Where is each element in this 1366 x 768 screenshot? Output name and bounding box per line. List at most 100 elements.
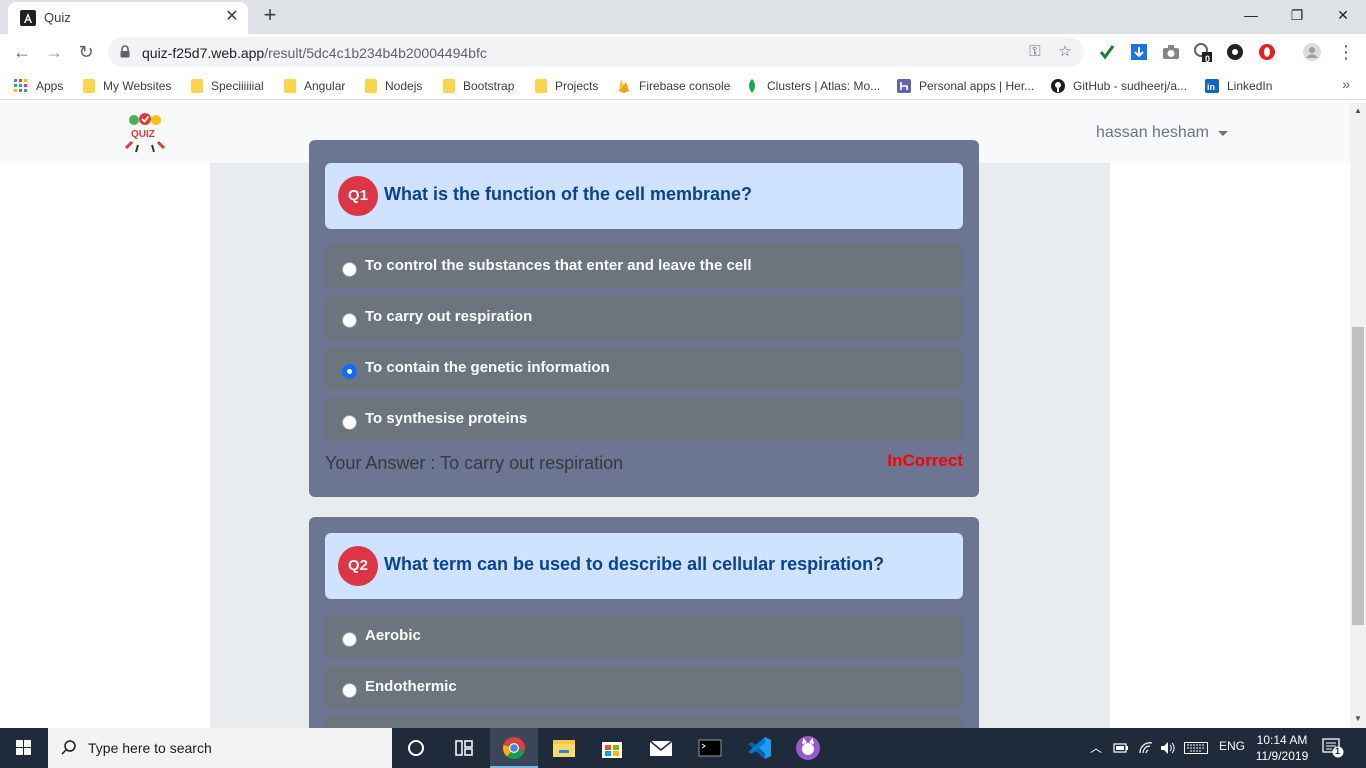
option-2[interactable]: Endothermic bbox=[325, 666, 963, 709]
bookmark-label: Personal apps | Her... bbox=[919, 79, 1035, 93]
battery-icon[interactable] bbox=[1113, 741, 1129, 755]
bookmark-speciiiiiial[interactable]: Speciiiiiial bbox=[191, 77, 264, 95]
search-placeholder: Type here to search bbox=[88, 740, 212, 756]
option-label: To contain the genetic information bbox=[365, 359, 610, 376]
start-button[interactable] bbox=[0, 728, 48, 768]
svg-text:in: in bbox=[1207, 82, 1215, 92]
scroll-down-icon[interactable]: ▼ bbox=[1354, 714, 1362, 723]
chrome-taskbar-icon[interactable] bbox=[490, 728, 538, 768]
address-bar[interactable]: quiz-f25d7.web.app/result/5dc4c1b234b4b2… bbox=[108, 37, 1084, 67]
bookmark-firebase[interactable]: Firebase console bbox=[617, 77, 730, 95]
tab-title: Quiz bbox=[44, 10, 71, 25]
wifi-icon[interactable] bbox=[1138, 741, 1154, 755]
volume-icon[interactable] bbox=[1160, 741, 1176, 755]
scroll-up-icon[interactable]: ▲ bbox=[1354, 106, 1362, 115]
bookmark-my-websites[interactable]: My Websites bbox=[83, 77, 171, 95]
clock-time: 10:14 AM bbox=[1256, 733, 1308, 747]
minimize-icon[interactable]: — bbox=[1228, 4, 1274, 28]
windows-taskbar: Type here to search ︿ ENG 10:14 AM 11/9/… bbox=[0, 728, 1366, 768]
windows-logo-icon bbox=[16, 740, 31, 755]
browser-toolbar: ← → ↻ quiz-f25d7.web.app/result/5dc4c1b2… bbox=[0, 34, 1366, 70]
mail-icon[interactable] bbox=[637, 728, 685, 768]
bookmark-label: LinkedIn bbox=[1227, 79, 1273, 93]
ghostery-icon[interactable] bbox=[1225, 42, 1245, 62]
lock-icon bbox=[120, 45, 130, 58]
more-bookmarks-icon[interactable]: » bbox=[1342, 76, 1350, 92]
file-explorer-icon[interactable] bbox=[540, 728, 588, 768]
bookmark-atlas[interactable]: Clusters | Atlas: Mo... bbox=[745, 77, 880, 95]
task-view-icon[interactable] bbox=[440, 728, 488, 768]
radio-button[interactable] bbox=[342, 262, 357, 277]
keyboard-icon[interactable] bbox=[1184, 742, 1208, 754]
bookmark-angular[interactable]: Angular bbox=[284, 77, 345, 95]
result-status: InCorrect bbox=[887, 451, 963, 470]
key-icon[interactable]: ⚿ bbox=[1026, 43, 1044, 61]
caret-down-icon bbox=[1217, 130, 1228, 136]
notification-center[interactable]: 1 bbox=[1322, 738, 1344, 758]
back-icon[interactable]: ← bbox=[10, 40, 34, 64]
user-dropdown[interactable]: hassan hesham bbox=[1096, 124, 1228, 142]
option-label: To control the substances that enter and… bbox=[365, 257, 752, 274]
menu-kebab-icon[interactable]: ⋮ bbox=[1334, 40, 1358, 64]
bookmark-apps[interactable]: Apps bbox=[14, 77, 63, 95]
radio-button[interactable] bbox=[342, 632, 357, 647]
bookmark-label: Angular bbox=[304, 79, 346, 93]
download-icon[interactable] bbox=[1129, 42, 1149, 62]
option-label: To synthesise proteins bbox=[365, 410, 528, 427]
taskbar-search-box[interactable]: Type here to search bbox=[48, 728, 392, 768]
tray-chevron-up-icon[interactable]: ︿ bbox=[1090, 739, 1102, 756]
bookmark-projects[interactable]: Projects bbox=[535, 77, 598, 95]
forward-icon[interactable]: → bbox=[42, 40, 66, 64]
bookmark-label: Bootstrap bbox=[463, 79, 515, 93]
apps-grid-icon bbox=[14, 79, 27, 92]
radio-button[interactable] bbox=[342, 415, 357, 430]
tab-quiz[interactable]: Quiz ✕ bbox=[8, 2, 248, 34]
bookmark-label: My Websites bbox=[103, 79, 172, 93]
bookmark-label: Firebase console bbox=[639, 79, 731, 93]
option-1[interactable]: To control the substances that enter and… bbox=[325, 245, 963, 288]
star-icon[interactable]: ☆ bbox=[1056, 43, 1074, 61]
option-3[interactable]: To contain the genetic information bbox=[325, 347, 963, 390]
cortana-icon[interactable] bbox=[392, 728, 440, 768]
bookmark-label: GitHub - sudheerj/a... bbox=[1073, 79, 1188, 93]
option-1[interactable]: Aerobic bbox=[325, 615, 963, 658]
close-window-icon[interactable]: ✕ bbox=[1320, 4, 1366, 28]
profile-avatar-icon[interactable] bbox=[1302, 42, 1322, 62]
radio-button[interactable] bbox=[342, 313, 357, 328]
github-desktop-icon[interactable] bbox=[784, 728, 832, 768]
close-tab-icon[interactable]: ✕ bbox=[222, 7, 242, 27]
option-4[interactable]: To synthesise proteins bbox=[325, 398, 963, 441]
radio-button-checked[interactable] bbox=[342, 364, 357, 379]
camera-icon[interactable] bbox=[1161, 42, 1181, 62]
bookmark-nodejs[interactable]: Nodejs bbox=[365, 77, 422, 95]
reload-icon[interactable]: ↻ bbox=[74, 40, 98, 64]
opera-icon[interactable] bbox=[1257, 42, 1277, 62]
url-text: quiz-f25d7.web.app/result/5dc4c1b234b4b2… bbox=[142, 45, 487, 61]
microsoft-store-icon[interactable] bbox=[588, 728, 636, 768]
bookmark-label: Nodejs bbox=[385, 79, 423, 93]
quiz-logo[interactable]: QUIZ bbox=[120, 112, 170, 156]
bookmark-bootstrap[interactable]: Bootstrap bbox=[443, 77, 514, 95]
bookmark-linkedin[interactable]: in LinkedIn bbox=[1205, 77, 1272, 95]
notification-count: 1 bbox=[1335, 746, 1341, 756]
radio-button[interactable] bbox=[342, 683, 357, 698]
scrollbar-thumb[interactable] bbox=[1352, 327, 1364, 625]
option-2[interactable]: To carry out respiration bbox=[325, 296, 963, 339]
vscode-icon[interactable] bbox=[735, 728, 783, 768]
language-indicator[interactable]: ENG bbox=[1219, 739, 1245, 753]
tab-strip: Quiz ✕ + — ❐ ✕ bbox=[0, 0, 1366, 34]
bookmark-github[interactable]: GitHub - sudheerj/a... bbox=[1051, 77, 1187, 95]
extension-check-icon[interactable] bbox=[1097, 42, 1117, 62]
system-clock[interactable]: 10:14 AM 11/9/2019 bbox=[1249, 732, 1315, 764]
bookmark-label: Projects bbox=[555, 79, 599, 93]
bookmark-label: Clusters | Atlas: Mo... bbox=[767, 79, 881, 93]
restore-icon[interactable]: ❐ bbox=[1274, 4, 1320, 28]
github-icon bbox=[1051, 79, 1065, 93]
bookmark-label: Speciiiiiial bbox=[211, 79, 264, 93]
folder-icon bbox=[443, 79, 455, 93]
new-tab-button[interactable]: + bbox=[258, 4, 282, 28]
page-scrollbar[interactable]: ▲ ▼ bbox=[1350, 103, 1366, 728]
terminal-icon[interactable] bbox=[686, 728, 734, 768]
bookmarks-bar: Apps My Websites Speciiiiiial Angular No… bbox=[0, 70, 1366, 100]
bookmark-heroku[interactable]: Personal apps | Her... bbox=[897, 77, 1034, 95]
